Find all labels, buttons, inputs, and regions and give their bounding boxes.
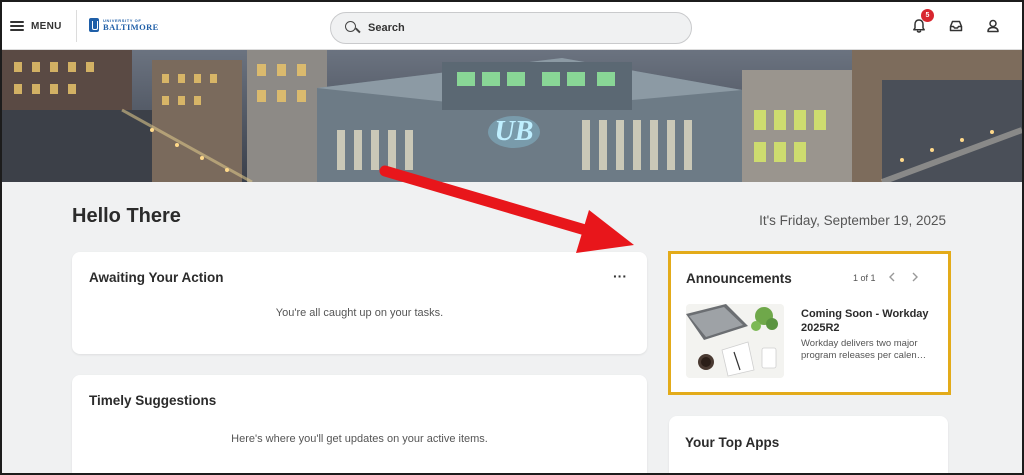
announcements-card: Announcements 1 of 1 Coming Soon - Workd… [668, 251, 951, 395]
search-input[interactable]: Search [330, 12, 692, 44]
menu-label: MENU [31, 20, 62, 32]
awaiting-action-title: Awaiting Your Action [89, 270, 224, 285]
timely-suggestions-card: Timely Suggestions Here's where you'll g… [72, 375, 647, 473]
top-navigation-bar: MENU UNIVERSITY OF BALTIMORE Search 5 [2, 2, 1022, 50]
search-icon [345, 21, 359, 35]
current-date: It's Friday, September 19, 2025 [759, 213, 946, 228]
university-logo[interactable]: UNIVERSITY OF BALTIMORE [89, 18, 159, 32]
top-apps-title: Your Top Apps [685, 435, 780, 450]
awaiting-action-message: You're all caught up on your tasks. [275, 307, 444, 319]
profile-icon [987, 19, 999, 33]
inbox-button[interactable] [946, 16, 966, 36]
more-options-button[interactable]: ··· [613, 268, 627, 284]
search-placeholder: Search [368, 22, 405, 34]
announcement-summary: Workday delivers two major program relea… [801, 338, 927, 361]
awaiting-action-card: Awaiting Your Action ··· You're all caug… [72, 252, 647, 354]
top-apps-card: Your Top Apps [669, 416, 948, 473]
ub-shield-icon [89, 18, 99, 32]
timely-suggestions-title: Timely Suggestions [89, 393, 217, 408]
inbox-icon [949, 20, 963, 32]
campus-hero-image: UB [2, 50, 1022, 182]
profile-button[interactable] [983, 16, 1003, 36]
notification-badge: 5 [921, 9, 934, 22]
notifications-button[interactable]: 5 [909, 9, 934, 36]
workday-home-page: MENU UNIVERSITY OF BALTIMORE Search 5 UB… [0, 0, 1024, 475]
previous-announcement-button[interactable] [885, 269, 899, 285]
ub-building-logo: UB [495, 116, 534, 147]
chevron-right-icon [912, 272, 918, 282]
announcement-headline[interactable]: Coming Soon - Workday 2025R2 [801, 307, 931, 335]
hamburger-icon [10, 21, 24, 31]
menu-button[interactable]: MENU [10, 15, 62, 37]
announcements-title: Announcements [686, 271, 792, 286]
chevron-left-icon [889, 272, 895, 282]
announcements-pager: 1 of 1 [853, 273, 876, 283]
announcement-thumbnail[interactable] [686, 304, 784, 378]
next-announcement-button[interactable] [908, 269, 922, 285]
page-greeting: Hello There [72, 205, 181, 227]
logo-big-text: BALTIMORE [103, 21, 159, 32]
divider [76, 10, 77, 42]
timely-suggestions-message: Here's where you'll get updates on your … [231, 433, 488, 445]
